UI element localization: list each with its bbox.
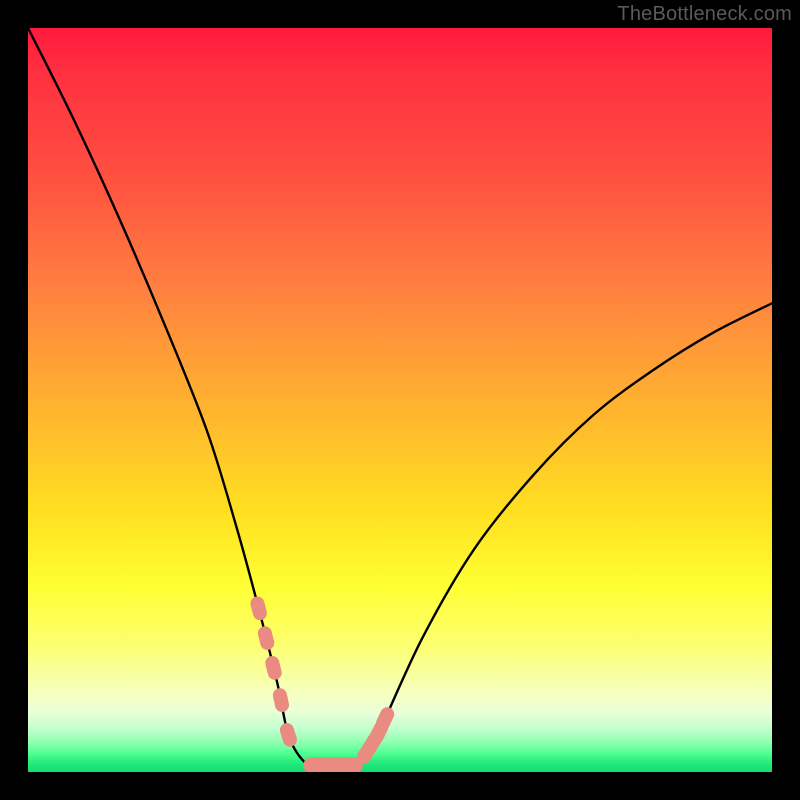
bottleneck-curve [28, 28, 772, 767]
marker-capsule [249, 595, 269, 622]
watermark-text: TheBottleneck.com [617, 3, 792, 26]
marker-capsule [256, 625, 275, 652]
marker-layer [249, 595, 397, 772]
outer-black-frame: TheBottleneck.com [0, 0, 800, 800]
marker-capsule [278, 721, 299, 748]
gradient-plot-area [28, 28, 772, 772]
curve-layer [28, 28, 772, 772]
marker-bottom-bar [303, 757, 363, 772]
marker-capsule [264, 655, 283, 682]
marker-capsule [272, 687, 291, 713]
